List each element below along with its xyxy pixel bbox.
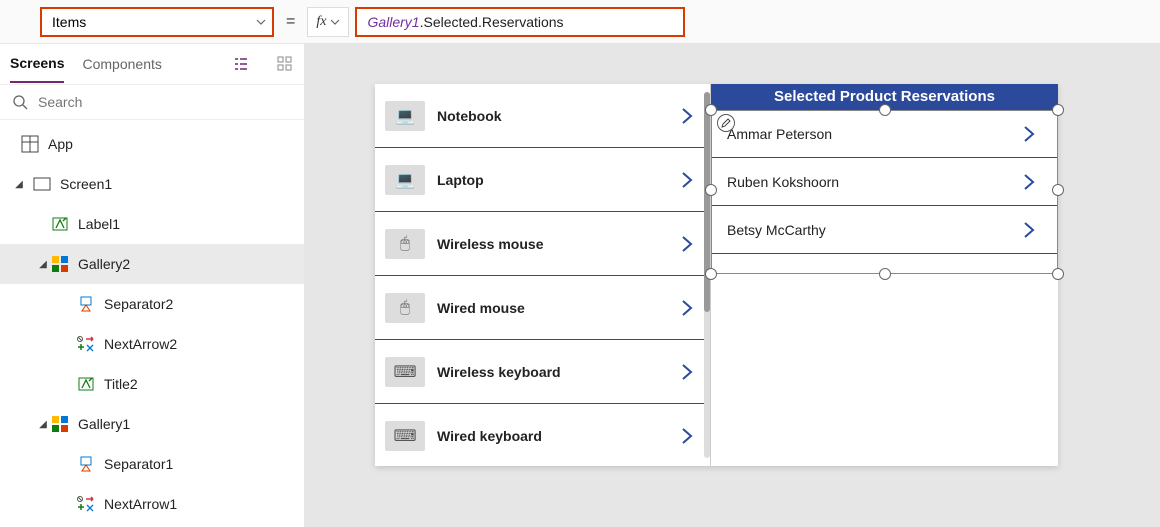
reservation-name: Ammar Peterson — [727, 126, 1022, 142]
product-image: 🖱 — [385, 229, 425, 259]
formula-token-rest: .Selected.Reservations — [420, 14, 564, 30]
gallery2[interactable]: Ammar Peterson Ruben Kokshoorn Betsy McCar… — [711, 110, 1058, 254]
chevron-right-icon[interactable] — [680, 170, 700, 190]
grid-view-icon[interactable] — [276, 55, 294, 73]
tree-item-separator2[interactable]: Separator2 — [0, 284, 304, 324]
tree-item-label: Screen1 — [60, 176, 112, 192]
product-image: 💻 — [385, 101, 425, 131]
tree-item-title2[interactable]: Title2 — [0, 364, 304, 404]
tree-item-label: NextArrow1 — [104, 496, 177, 512]
product-title: Wired keyboard — [437, 428, 680, 444]
tab-screens[interactable]: Screens — [10, 45, 64, 83]
selection-handle[interactable] — [1052, 268, 1064, 280]
gallery2-header: Selected Product Reservations — [711, 84, 1058, 110]
product-title: Wireless mouse — [437, 236, 680, 252]
chevron-down-icon — [330, 17, 340, 27]
tree-view: App ◢ Screen1 Label1 ◢ — [0, 120, 304, 527]
screen-icon — [32, 174, 52, 194]
tree-item-screen1[interactable]: ◢ Screen1 — [0, 164, 304, 204]
search-icon — [12, 94, 28, 110]
selection-handle[interactable] — [879, 268, 891, 280]
chevron-right-icon[interactable] — [680, 106, 700, 126]
tree-item-nextarrow2[interactable]: NextArrow2 — [0, 324, 304, 364]
search-row — [0, 84, 304, 120]
gallery1-item[interactable]: 🖱 Wired mouse — [375, 276, 710, 340]
reservation-name: Ruben Kokshoorn — [727, 174, 1022, 190]
gallery1[interactable]: 💻 Notebook 💻 Laptop 🖱 Wireless mouse 🖱 Wired mo… — [375, 84, 711, 466]
fx-label: fx — [316, 14, 326, 30]
tree-panel: Screens Components App — [0, 44, 305, 527]
tree-item-label: App — [48, 136, 73, 152]
tree-item-nextarrow1[interactable]: NextArrow1 — [0, 484, 304, 524]
gallery-icon — [50, 414, 70, 434]
tree-item-label: Gallery1 — [78, 416, 130, 432]
nextarrow-icon — [76, 494, 96, 514]
tree-item-gallery2[interactable]: ◢ Gallery2 — [0, 244, 304, 284]
chevron-right-icon[interactable] — [1022, 124, 1042, 144]
tree-item-label: Separator1 — [104, 456, 173, 472]
tree-item-label: Label1 — [78, 216, 120, 232]
collapse-icon[interactable]: ◢ — [36, 259, 50, 270]
gallery-icon — [50, 254, 70, 274]
formula-bar: Items = fx Gallery1.Selected.Reservation… — [0, 0, 1160, 44]
gallery2-item[interactable]: Betsy McCarthy — [711, 206, 1058, 254]
product-image: 🖱 — [385, 293, 425, 323]
gallery2-wrap: Selected Product Reservations Ammar Pete… — [711, 84, 1058, 466]
formula-token-gallery1: Gallery1 — [367, 14, 419, 30]
tree-item-label: Separator2 — [104, 296, 173, 312]
app-icon — [20, 134, 40, 154]
label-icon — [50, 214, 70, 234]
gallery1-item[interactable]: 💻 Laptop — [375, 148, 710, 212]
label-icon — [76, 374, 96, 394]
chevron-right-icon[interactable] — [1022, 220, 1042, 240]
app-frame: 💻 Notebook 💻 Laptop 🖱 Wireless mouse 🖱 Wired mo… — [375, 84, 1058, 466]
tab-components[interactable]: Components — [82, 46, 161, 82]
gallery1-item[interactable]: 💻 Notebook — [375, 84, 710, 148]
gallery2-item[interactable]: Ammar Peterson — [711, 110, 1058, 158]
product-title: Notebook — [437, 108, 680, 124]
tree-item-app[interactable]: App — [0, 124, 304, 164]
chevron-right-icon[interactable] — [680, 298, 700, 318]
tree-item-label: NextArrow2 — [104, 336, 177, 352]
gallery1-item[interactable]: ⌨ Wired keyboard — [375, 404, 710, 466]
canvas-area[interactable]: 💻 Notebook 💻 Laptop 🖱 Wireless mouse 🖱 Wired mo… — [305, 44, 1160, 527]
chevron-right-icon[interactable] — [680, 426, 700, 446]
property-name: Items — [52, 14, 86, 30]
tree-item-label: Gallery2 — [78, 256, 130, 272]
list-view-icon[interactable] — [232, 55, 250, 73]
product-title: Laptop — [437, 172, 680, 188]
gallery1-item[interactable]: 🖱 Wireless mouse — [375, 212, 710, 276]
reservation-name: Betsy McCarthy — [727, 222, 1022, 238]
separator-icon — [76, 294, 96, 314]
equals-sign: = — [286, 13, 295, 31]
product-title: Wired mouse — [437, 300, 680, 316]
scrollbar-thumb[interactable] — [704, 92, 710, 312]
tree-item-label: Title2 — [104, 376, 138, 392]
chevron-right-icon[interactable] — [1022, 172, 1042, 192]
fx-button[interactable]: fx — [307, 7, 349, 37]
tree-item-separator1[interactable]: Separator1 — [0, 444, 304, 484]
nextarrow-icon — [76, 334, 96, 354]
chevron-right-icon[interactable] — [680, 234, 700, 254]
product-title: Wireless keyboard — [437, 364, 680, 380]
chevron-down-icon — [256, 17, 266, 27]
tree-item-label1[interactable]: Label1 — [0, 204, 304, 244]
tree-item-gallery1[interactable]: ◢ Gallery1 — [0, 404, 304, 444]
product-image: 💻 — [385, 165, 425, 195]
formula-input[interactable]: Gallery1.Selected.Reservations — [355, 7, 685, 37]
gallery1-item[interactable]: ⌨ Wireless keyboard — [375, 340, 710, 404]
collapse-icon[interactable]: ◢ — [12, 179, 26, 190]
search-input[interactable] — [38, 94, 292, 110]
product-image: ⌨ — [385, 357, 425, 387]
tree-tabs: Screens Components — [0, 44, 304, 84]
collapse-icon[interactable]: ◢ — [36, 419, 50, 430]
gallery2-item[interactable]: Ruben Kokshoorn — [711, 158, 1058, 206]
property-selector[interactable]: Items — [40, 7, 274, 37]
separator-icon — [76, 454, 96, 474]
product-image: ⌨ — [385, 421, 425, 451]
edit-template-icon[interactable] — [717, 114, 735, 132]
chevron-right-icon[interactable] — [680, 362, 700, 382]
